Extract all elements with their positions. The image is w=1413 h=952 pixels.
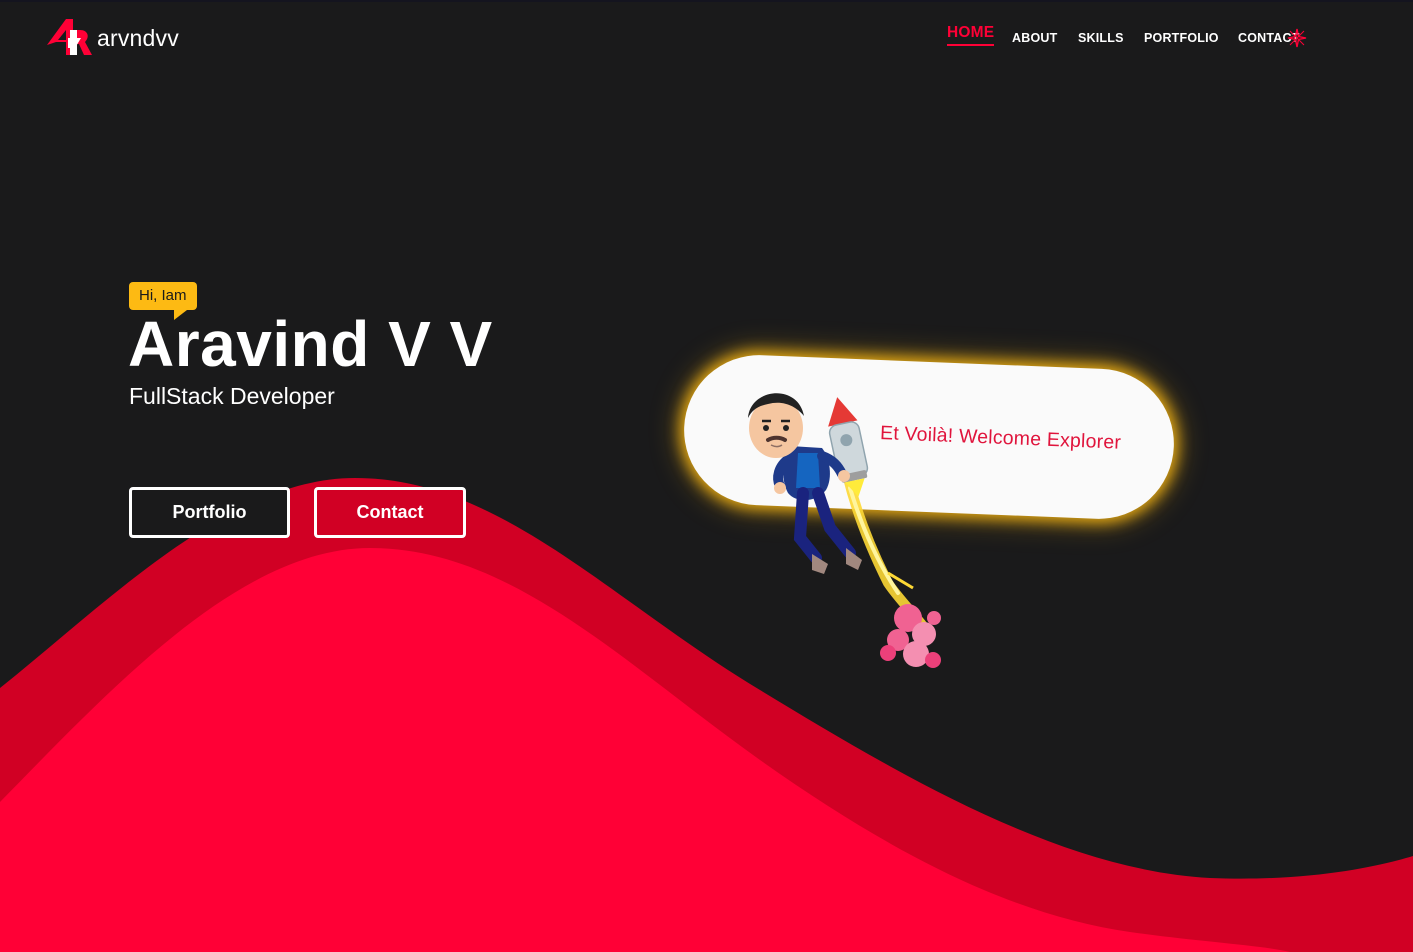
nav-skills[interactable]: SKILLS	[1078, 31, 1124, 45]
ar-logo-icon	[47, 19, 92, 55]
sparkle-icon[interactable]	[1287, 28, 1307, 48]
nav-portfolio[interactable]: PORTFOLIO	[1144, 31, 1219, 45]
page: arvndvv HOME ABOUT SKILLS PORTFOLIO CONT…	[0, 0, 1413, 952]
nav-about[interactable]: ABOUT	[1012, 31, 1057, 45]
brand-name: arvndvv	[97, 24, 179, 51]
contact-button[interactable]: Contact	[314, 487, 466, 538]
hero-role: FullStack Developer	[129, 383, 335, 409]
hero-name: Aravind V V	[128, 308, 493, 380]
header: arvndvv HOME ABOUT SKILLS PORTFOLIO CONT…	[0, 0, 1413, 76]
brand-logo[interactable]: arvndvv	[46, 18, 179, 58]
portfolio-button[interactable]: Portfolio	[129, 487, 290, 538]
nav-home[interactable]: HOME	[947, 24, 995, 46]
jetpack-avatar-icon	[748, 393, 941, 668]
